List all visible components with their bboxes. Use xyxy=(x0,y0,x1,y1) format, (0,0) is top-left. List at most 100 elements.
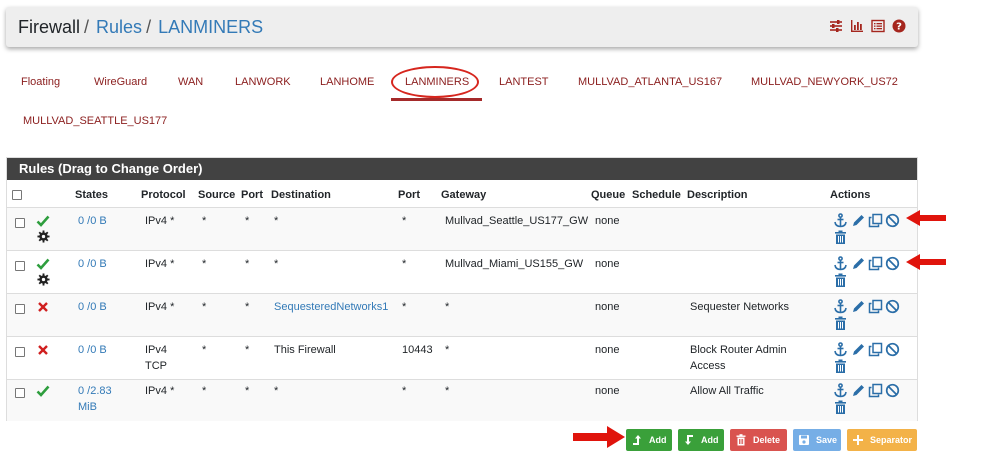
trash-icon[interactable] xyxy=(833,400,848,415)
rule-source: * xyxy=(202,301,207,313)
check-icon[interactable] xyxy=(36,384,50,398)
rule-destination: * xyxy=(274,385,279,397)
rules-panel: Rules (Drag to Change Order) States Prot… xyxy=(6,157,918,421)
rule-destination: * xyxy=(274,215,279,227)
sliders-icon[interactable] xyxy=(829,19,843,33)
col-actions: Actions xyxy=(830,189,871,201)
breadcrumb-current[interactable]: LANMINERS xyxy=(158,17,263,38)
tab-wireguard[interactable]: WireGuard xyxy=(94,76,147,88)
row-checkbox[interactable] xyxy=(15,304,25,314)
add-top-button[interactable]: Add xyxy=(626,429,672,451)
separator-label: Separator xyxy=(870,435,913,445)
save-label: Save xyxy=(816,435,838,445)
rule-gateway: * xyxy=(445,301,450,313)
bar-chart-icon[interactable] xyxy=(850,19,864,33)
copy-icon[interactable] xyxy=(868,213,883,228)
trash-icon[interactable] xyxy=(833,230,848,245)
tab-mullvad-newyork[interactable]: MULLVAD_NEWYORK_US72 xyxy=(751,76,898,88)
anchor-icon[interactable] xyxy=(833,383,848,398)
table-row[interactable]: 0 /0 B IPv4 * * * * * Mullvad_Miami_US15… xyxy=(7,250,917,293)
tab-mullvad-seattle[interactable]: MULLVAD_SEATTLE_US177 xyxy=(23,115,167,127)
delete-button[interactable]: Delete xyxy=(730,429,787,451)
add-bottom-button[interactable]: Add xyxy=(678,429,724,451)
tab-lanminers[interactable]: LANMINERS xyxy=(405,76,469,88)
rule-gateway: Mullvad_Miami_US155_GW xyxy=(445,258,584,270)
breadcrumb-firewall: Firewall xyxy=(18,16,81,37)
disable-icon[interactable] xyxy=(885,299,900,314)
rule-protocol: IPv4 * xyxy=(145,258,175,270)
trash-icon[interactable] xyxy=(833,273,848,288)
block-x-icon[interactable] xyxy=(36,343,50,357)
help-icon[interactable]: ? xyxy=(892,19,906,33)
anchor-icon[interactable] xyxy=(833,256,848,271)
tab-mullvad-atlanta[interactable]: MULLVAD_ATLANTA_US167 xyxy=(578,76,722,88)
select-all-checkbox[interactable] xyxy=(12,190,22,200)
states-link[interactable]: 0 /0 B xyxy=(78,342,107,358)
rule-source-port: * xyxy=(245,258,250,270)
trash-icon[interactable] xyxy=(833,359,848,374)
pencil-icon[interactable] xyxy=(851,213,866,228)
rule-queue: none xyxy=(595,385,620,397)
rule-dest-port: 10443 xyxy=(402,344,433,356)
col-states: States xyxy=(75,189,109,201)
rule-destination: This Firewall xyxy=(274,344,336,356)
tab-lanwork[interactable]: LANWORK xyxy=(235,76,291,88)
rule-protocol: IPv4 * xyxy=(145,385,175,397)
rule-source: * xyxy=(202,344,207,356)
save-button[interactable]: Save xyxy=(793,429,841,451)
tab-lantest[interactable]: LANTEST xyxy=(499,76,549,88)
copy-icon[interactable] xyxy=(868,299,883,314)
table-row[interactable]: 0 /0 B IPv4 * * * SequesteredNetworks1 *… xyxy=(7,293,917,336)
states-link[interactable]: 0 /0 B xyxy=(78,299,107,315)
rule-queue: none xyxy=(595,301,620,313)
col-schedule: Schedule xyxy=(632,189,681,201)
pencil-icon[interactable] xyxy=(851,299,866,314)
breadcrumb-rules[interactable]: Rules xyxy=(96,17,142,38)
copy-icon[interactable] xyxy=(868,383,883,398)
disable-icon[interactable] xyxy=(885,256,900,271)
states-link[interactable]: 0 /0 B xyxy=(78,213,107,229)
rule-queue: none xyxy=(595,215,620,227)
rule-dest-port: * xyxy=(402,301,407,313)
list-icon[interactable] xyxy=(871,19,885,33)
rule-source-port: * xyxy=(245,301,250,313)
row-checkbox[interactable] xyxy=(15,347,25,357)
pencil-icon[interactable] xyxy=(851,383,866,398)
separator-button[interactable]: Separator xyxy=(847,429,917,451)
table-row[interactable]: 0 /0 B IPv4 * * * * * Mullvad_Seattle_US… xyxy=(7,207,917,250)
rule-description: Block Router Admin Access xyxy=(690,344,787,372)
row-checkbox[interactable] xyxy=(15,261,25,271)
table-row[interactable]: 0 /0 B IPv4 TCP * * This Firewall 10443 … xyxy=(7,336,917,379)
disable-icon[interactable] xyxy=(885,213,900,228)
check-icon[interactable] xyxy=(36,257,50,271)
block-x-icon[interactable] xyxy=(36,300,50,314)
row-checkbox[interactable] xyxy=(15,218,25,228)
anchor-icon[interactable] xyxy=(833,213,848,228)
states-link[interactable]: 0 /2.83 MiB xyxy=(78,383,128,415)
anchor-icon[interactable] xyxy=(833,342,848,357)
copy-icon[interactable] xyxy=(868,256,883,271)
rule-destination-alias[interactable]: SequesteredNetworks1 xyxy=(274,299,388,315)
states-link[interactable]: 0 /0 B xyxy=(78,256,107,272)
rule-source-port: * xyxy=(245,344,250,356)
tab-lanhome[interactable]: LANHOME xyxy=(320,76,374,88)
anchor-icon[interactable] xyxy=(833,299,848,314)
tab-wan[interactable]: WAN xyxy=(178,76,203,88)
trash-icon[interactable] xyxy=(833,316,848,331)
rule-source-port: * xyxy=(245,215,250,227)
rule-destination: * xyxy=(274,258,279,270)
arrow-up-icon xyxy=(633,435,641,445)
pencil-icon[interactable] xyxy=(851,342,866,357)
check-icon[interactable] xyxy=(36,214,50,228)
annotation-arrow-right xyxy=(573,426,625,448)
tab-floating[interactable]: Floating xyxy=(21,76,60,88)
pencil-icon[interactable] xyxy=(851,256,866,271)
rule-protocol: IPv4 * xyxy=(145,215,175,227)
row-checkbox[interactable] xyxy=(15,388,25,398)
disable-icon[interactable] xyxy=(885,383,900,398)
copy-icon[interactable] xyxy=(868,342,883,357)
col-destination: Destination xyxy=(271,189,331,201)
plus-icon xyxy=(853,435,863,445)
disable-icon[interactable] xyxy=(885,342,900,357)
table-row[interactable]: 0 /2.83 MiB IPv4 * * * * * * none Allow … xyxy=(7,379,917,421)
